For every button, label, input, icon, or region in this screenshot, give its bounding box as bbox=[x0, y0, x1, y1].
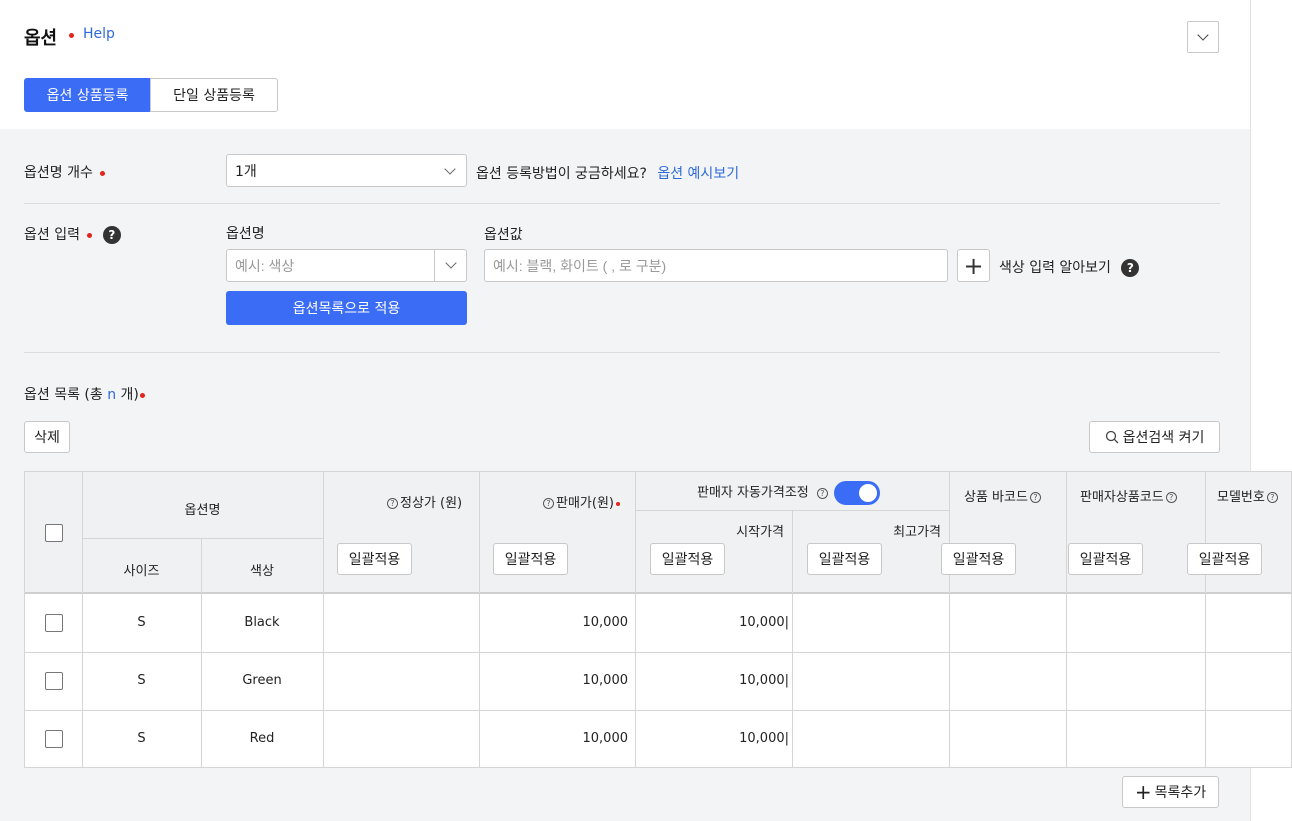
header-auto-price: 판매자 자동가격조정 ? bbox=[697, 481, 881, 505]
question-icon[interactable]: ? bbox=[1165, 492, 1177, 503]
question-icon[interactable]: ? bbox=[543, 498, 554, 509]
cell-size: S bbox=[137, 673, 146, 688]
header-sale-price: ? 판매가(원) bbox=[543, 492, 620, 511]
required-dot bbox=[87, 232, 93, 238]
required-dot bbox=[615, 501, 620, 506]
page: 옵션 Help 옵션 상품등록 단일 상품등록 옵션명 개수 1개 옵션 등록방… bbox=[0, 0, 1292, 821]
row-checkbox[interactable] bbox=[45, 614, 63, 632]
option-value-input[interactable] bbox=[484, 249, 948, 282]
divider bbox=[323, 472, 324, 767]
tab-option-register[interactable]: 옵션 상품등록 bbox=[24, 78, 151, 112]
option-name-label: 옵션명 bbox=[226, 226, 265, 242]
question-icon[interactable]: ? bbox=[1029, 492, 1041, 503]
cell-sale-price[interactable]: 10,000 bbox=[479, 731, 629, 746]
delete-button[interactable]: 삭제 bbox=[24, 421, 70, 453]
option-count-label: 옵션명 개수 bbox=[24, 162, 106, 182]
question-icon[interactable]: ? bbox=[102, 226, 121, 244]
add-list-button[interactable]: + 목록추가 bbox=[1122, 776, 1219, 808]
help-link[interactable]: Help bbox=[83, 26, 115, 42]
auto-price-toggle[interactable] bbox=[834, 481, 881, 505]
divider bbox=[635, 510, 949, 511]
question-icon[interactable]: ? bbox=[387, 498, 398, 509]
page-title: 옵션 bbox=[24, 28, 58, 49]
chevron-down-icon bbox=[444, 163, 456, 175]
divider bbox=[1066, 472, 1067, 767]
cell-color: Red bbox=[249, 731, 275, 746]
option-search-toggle-button[interactable]: 옵션검색 켜기 bbox=[1089, 421, 1220, 453]
question-icon[interactable]: ? bbox=[816, 487, 828, 499]
cell-sale-price[interactable]: 10,000 bbox=[479, 673, 629, 688]
bulk-apply-regular-price-button[interactable]: 일괄적용 bbox=[337, 543, 412, 575]
header-regular-price: ? 정상가 (원) bbox=[387, 492, 462, 511]
divider bbox=[82, 538, 323, 539]
option-example-link[interactable]: 옵션 예시보기 bbox=[657, 166, 739, 182]
divider bbox=[24, 352, 1220, 353]
required-dot bbox=[69, 33, 74, 38]
cell-size: S bbox=[137, 731, 146, 746]
header-option-name: 옵션명 bbox=[184, 503, 221, 518]
header-color: 색상 bbox=[250, 564, 274, 579]
divider bbox=[792, 510, 793, 767]
required-dot bbox=[100, 170, 106, 176]
cell-start-price[interactable]: 10,000| bbox=[635, 673, 789, 688]
bulk-apply-barcode-button[interactable]: 일괄적용 bbox=[941, 543, 1016, 575]
header-start-price: 시작가격 bbox=[736, 525, 784, 540]
select-all-checkbox[interactable] bbox=[45, 524, 63, 542]
search-icon bbox=[1105, 430, 1119, 444]
row-checkbox[interactable] bbox=[45, 730, 63, 748]
option-value-label: 옵션값 bbox=[484, 227, 523, 243]
header-seller-code: 판매자상품코드? bbox=[1080, 486, 1179, 505]
cell-color: Green bbox=[242, 673, 282, 688]
divider bbox=[25, 652, 1291, 653]
cell-sale-price[interactable]: 10,000 bbox=[479, 615, 629, 630]
header-model-no: 모델번호? bbox=[1217, 486, 1280, 505]
header-barcode: 상품 바코드? bbox=[964, 486, 1043, 505]
tab-single-register[interactable]: 단일 상품등록 bbox=[150, 78, 278, 112]
cell-start-price[interactable]: 10,000| bbox=[635, 731, 789, 746]
plus-icon: + bbox=[963, 251, 984, 280]
option-list-title: 옵션 목록 (총 n 개) bbox=[24, 384, 145, 404]
bulk-apply-max-price-button[interactable]: 일괄적용 bbox=[807, 543, 882, 575]
divider bbox=[949, 472, 950, 767]
cell-start-price[interactable]: 10,000| bbox=[635, 615, 789, 630]
add-option-value-button[interactable]: + bbox=[957, 249, 990, 282]
option-input-label: 옵션 입력 ? bbox=[24, 224, 121, 244]
bulk-apply-start-price-button[interactable]: 일괄적용 bbox=[650, 543, 725, 575]
option-count-hint: 옵션 등록방법이 궁금하세요? 옵션 예시보기 bbox=[476, 166, 740, 182]
chevron-down-icon bbox=[445, 257, 457, 269]
question-icon[interactable]: ? bbox=[1121, 259, 1140, 277]
divider bbox=[25, 710, 1291, 711]
option-name-input[interactable] bbox=[226, 249, 467, 282]
option-count-select[interactable]: 1개 bbox=[226, 154, 467, 187]
apply-to-list-button[interactable]: 옵션목록으로 적용 bbox=[226, 291, 467, 325]
chevron-down-icon bbox=[1197, 29, 1209, 41]
cell-size: S bbox=[137, 615, 146, 630]
bulk-apply-model-no-button[interactable]: 일괄적용 bbox=[1187, 543, 1262, 575]
required-dot bbox=[139, 392, 145, 398]
option-name-dropdown[interactable] bbox=[434, 250, 467, 282]
divider bbox=[24, 203, 1220, 204]
question-icon[interactable]: ? bbox=[1266, 492, 1278, 503]
header-size: 사이즈 bbox=[123, 564, 160, 579]
divider bbox=[1205, 472, 1206, 767]
row-checkbox[interactable] bbox=[45, 672, 63, 690]
plus-icon: + bbox=[1134, 780, 1152, 804]
option-count: n bbox=[107, 387, 117, 403]
collapse-button[interactable] bbox=[1187, 21, 1219, 53]
header-max-price: 최고가격 bbox=[893, 525, 941, 540]
bulk-apply-seller-code-button[interactable]: 일괄적용 bbox=[1068, 543, 1143, 575]
cell-color: Black bbox=[244, 615, 280, 630]
color-input-help: 색상 입력 알아보기 ? bbox=[999, 257, 1140, 277]
option-table: 옵션명 사이즈 색상 ? 정상가 (원) ? 판매가(원) 판매자 자동가격조정 ?… bbox=[24, 471, 1292, 768]
bulk-apply-sale-price-button[interactable]: 일괄적용 bbox=[493, 543, 568, 575]
